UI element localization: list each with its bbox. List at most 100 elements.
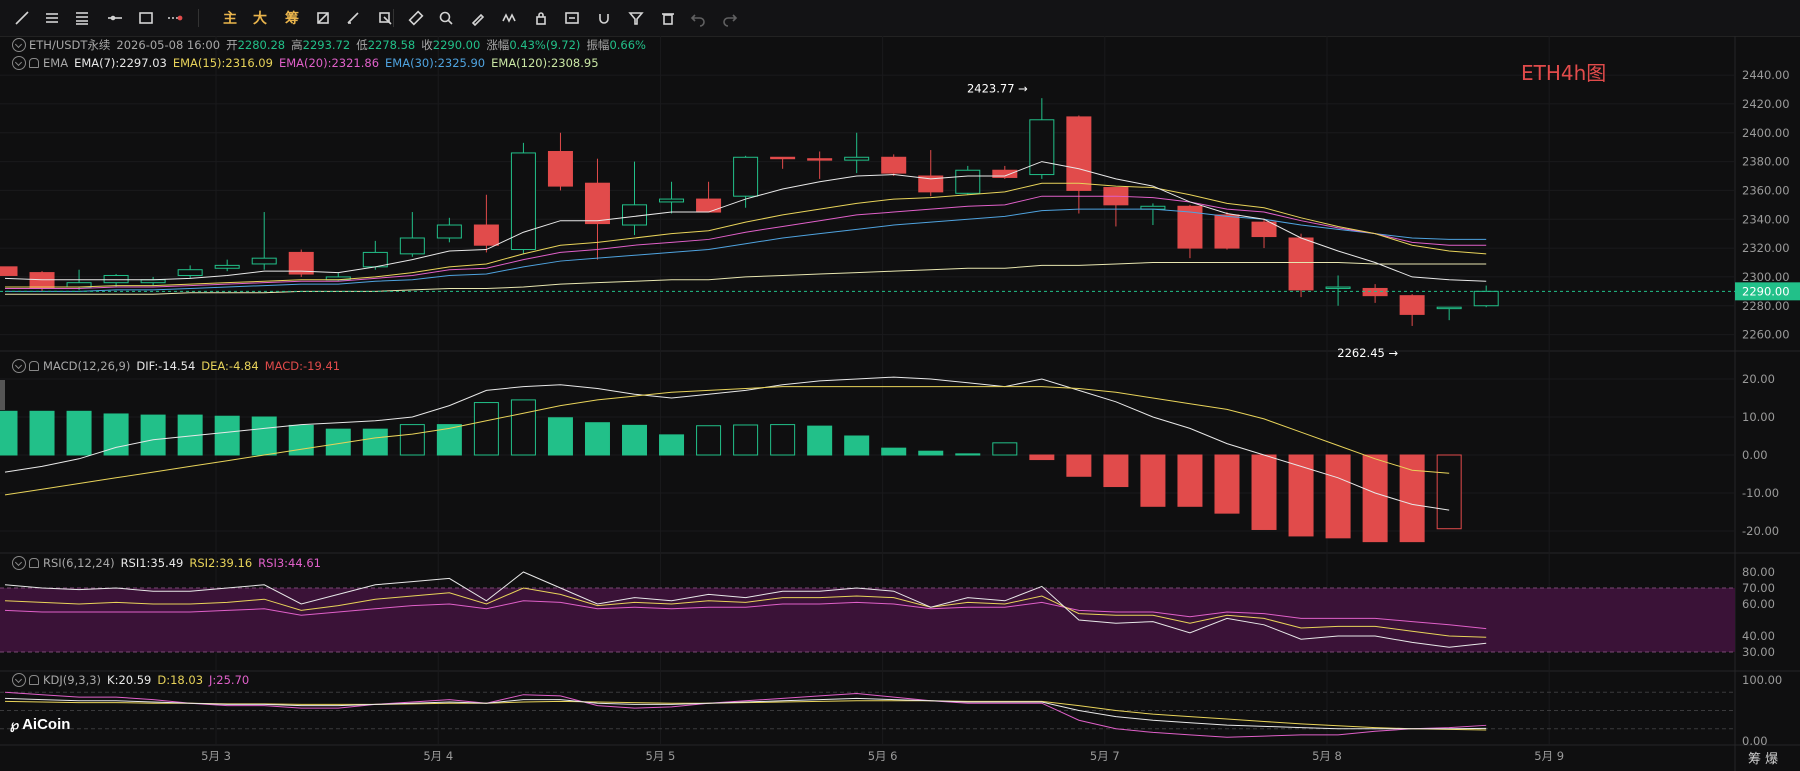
candle-body [696, 198, 722, 213]
macd-legend: MACD(12,26,9) DIF:-14.54 DEA:-4.84 MACD:… [12, 359, 346, 373]
candle-body [1288, 237, 1314, 291]
candle-body [547, 150, 573, 187]
tool-text-main[interactable]: 主 [218, 6, 242, 30]
x-axis-tick-label: 5月 9 [1534, 749, 1564, 763]
close-value: 2290.00 [432, 38, 481, 52]
rsi-axis-tick: 80.00 [1742, 565, 1775, 579]
price-axis-tick: 2380.00 [1742, 155, 1790, 169]
ema-label[interactable]: EMA [43, 56, 68, 70]
macd-histogram-bar [807, 425, 833, 456]
undo-icon[interactable] [686, 6, 710, 30]
candle-body [436, 224, 462, 239]
x-axis-tick-label: 5月 6 [868, 749, 898, 763]
x-axis-tick-label: 5月 8 [1312, 749, 1342, 763]
sidebar-collapse-handle[interactable] [0, 380, 5, 410]
ema20-value: EMA(20):2321.86 [278, 56, 380, 70]
amplitude-value: 0.66% [609, 38, 646, 52]
visibility-eye-icon[interactable] [12, 673, 26, 687]
price-axis-tick: 2440.00 [1742, 68, 1790, 82]
pen-icon[interactable] [466, 6, 490, 30]
horizontal-lines-icon[interactable] [40, 6, 64, 30]
macd-axis-tick: 20.00 [1742, 372, 1775, 386]
bottom-toggle[interactable]: 筹 爆 [1748, 748, 1778, 767]
macd-histogram-bar [29, 410, 55, 456]
ema30-value: EMA(30):2325.90 [385, 56, 486, 70]
tool-text-big[interactable]: 大 [248, 6, 272, 30]
candle-body [0, 266, 18, 276]
macd-axis-tick: -10.00 [1742, 486, 1779, 500]
zoom-icon[interactable] [434, 6, 458, 30]
rsi-axis-tick: 70.00 [1742, 581, 1775, 595]
chart-watermark: ETH4h图 [1521, 61, 1607, 85]
macd-histogram-bar [770, 424, 796, 456]
macd-histogram-bar [473, 402, 499, 456]
magnet-icon[interactable] [592, 6, 616, 30]
filter-icon[interactable] [624, 6, 648, 30]
macd-histogram-bar [881, 447, 907, 456]
ema7-value: EMA(7):2297.03 [74, 56, 167, 70]
kdj-label[interactable]: KDJ(9,3,3) [43, 673, 101, 687]
last-price-label: 2290.00 [1742, 284, 1790, 298]
note-icon[interactable] [560, 6, 584, 30]
candle-body [29, 272, 55, 289]
dea-value: DEA:-4.84 [201, 359, 259, 373]
macd-histogram-bar [436, 424, 462, 456]
alert-bell-icon[interactable] [29, 58, 39, 68]
chart-area[interactable]: 5月 3 5月 4 5月 5 5月 6 5月 7 5月 8 5月 9 2260.00 2280.… [0, 36, 1800, 771]
high-label: 高 [291, 38, 303, 52]
logo-mark-icon: ℘ [10, 716, 20, 732]
symbol-name[interactable]: ETH/USDT永续 [29, 37, 110, 53]
dotted-line-icon[interactable] [163, 6, 187, 30]
change-value: 0.43%(9.72) [509, 38, 581, 52]
alert-bell-icon[interactable] [29, 361, 39, 371]
amplitude-label: 振幅 [586, 38, 610, 52]
trash-icon[interactable] [656, 6, 680, 30]
alert-bell-icon[interactable] [29, 675, 39, 685]
macd-histogram-bar [1214, 454, 1240, 514]
toolbar-separator [393, 9, 394, 27]
x-axis-tick-label: 5月 5 [646, 749, 676, 763]
macd-histogram-bar [1251, 454, 1277, 530]
k-value: K:20.59 [107, 673, 152, 687]
macd-histogram-bar [918, 450, 944, 456]
text-main-label: 主 [223, 11, 237, 27]
candle-body [807, 158, 833, 161]
alert-bell-icon[interactable] [29, 558, 39, 568]
rsi-label[interactable]: RSI(6,12,24) [43, 556, 115, 570]
lock-icon[interactable] [529, 6, 553, 30]
macd-histogram-bar [1362, 454, 1388, 543]
rsi-axis-tick: 30.00 [1742, 645, 1775, 659]
crop-icon[interactable] [311, 6, 335, 30]
rsi-legend: RSI(6,12,24) RSI1:35.49 RSI2:39.16 RSI3:… [12, 556, 327, 570]
visibility-eye-icon[interactable] [12, 556, 26, 570]
macd-histogram-bar [1140, 454, 1166, 507]
candle-body [362, 251, 388, 268]
candle-body [177, 269, 203, 276]
rsi-axis-tick: 40.00 [1742, 629, 1775, 643]
visibility-eye-icon[interactable] [12, 38, 26, 52]
macd-value: MACD:-19.41 [264, 359, 341, 373]
macd-histogram-bar [362, 428, 388, 456]
ruler-icon[interactable] [404, 6, 428, 30]
candle-body [473, 224, 499, 246]
macd-label[interactable]: MACD(12,26,9) [43, 359, 130, 373]
rectangle-icon[interactable] [134, 6, 158, 30]
redo-icon[interactable] [718, 6, 742, 30]
x-axis-tick-label: 5月 4 [423, 749, 453, 763]
close-label: 收 [421, 38, 433, 52]
trendline-icon[interactable] [10, 6, 34, 30]
ray-icon[interactable] [103, 6, 127, 30]
visibility-eye-icon[interactable] [12, 56, 26, 70]
parallel-lines-icon[interactable] [70, 6, 94, 30]
macd-histogram-bar [251, 416, 277, 456]
candle-body [1473, 290, 1499, 307]
price-axis-tick: 2420.00 [1742, 97, 1790, 111]
macd-histogram-bar [696, 425, 722, 456]
rsi1-value: RSI1:35.49 [120, 556, 184, 570]
candle-body [1362, 287, 1388, 297]
brush-icon[interactable] [341, 6, 365, 30]
tool-text-chip[interactable]: 筹 [280, 6, 304, 30]
pattern-icon[interactable] [497, 6, 521, 30]
visibility-eye-icon[interactable] [12, 359, 26, 373]
text-chip-label: 筹 [285, 11, 299, 27]
